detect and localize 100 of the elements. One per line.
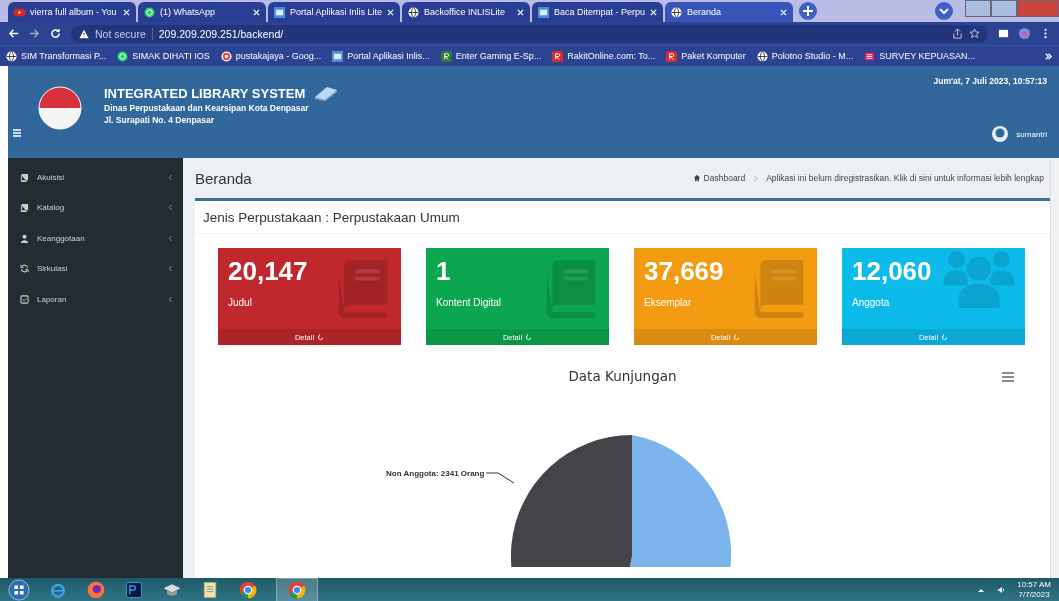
chevron-left-icon (168, 265, 173, 273)
fox-browser-icon[interactable] (86, 579, 106, 600)
tab-title: Beranda (687, 7, 723, 17)
square-logo-icon (552, 50, 564, 62)
sidebar-item[interactable]: Katalog (8, 192, 183, 223)
breadcrumb-link[interactable]: Dashboard (692, 173, 746, 183)
registration-notice-link[interactable]: Aplikasi ini belum diregistrasikan. Klik di sini untuk informasi lebih lengkap (766, 173, 1044, 183)
globe-icon (671, 6, 683, 18)
browser-tab[interactable]: Backoffice INLISLite (402, 2, 531, 22)
browser-tab[interactable]: Baca Ditempat - Perpu (532, 2, 664, 22)
reload-icon[interactable] (50, 28, 61, 39)
browser-tab[interactable]: Portal Aplikasi Inlis Lite (268, 2, 401, 22)
ps-app-icon[interactable] (124, 579, 144, 600)
bookmark-title: SURVEY KEPUASAN... (879, 51, 976, 61)
sidebar-item[interactable]: Keanggotaan (8, 223, 183, 254)
globe-icon (6, 50, 17, 62)
page-title: Beranda (195, 169, 252, 187)
book-icon (20, 203, 29, 213)
bookmark[interactable]: Enter Gaming E-Sp... (440, 50, 542, 62)
agency-name: Dinas Perpustakaan dan Kearsipan Kota Denpasar (104, 103, 310, 113)
chevron-left-icon (168, 173, 173, 181)
sidebar-item[interactable]: Akuisisi (8, 162, 183, 193)
chart-title: Data Kunjungan (568, 368, 677, 384)
tab-title: Baca Ditempat - Perpu (554, 7, 646, 17)
browser-tab[interactable]: vierra full album - You (8, 2, 136, 22)
close-icon[interactable] (123, 8, 130, 16)
book-icon (313, 85, 340, 101)
browser-tab[interactable]: (1) WhatsApp (138, 2, 266, 22)
list-icon (864, 50, 876, 62)
close-icon[interactable] (650, 8, 658, 16)
bookmark-title: SIMAK DIHATI IOS (132, 51, 210, 61)
bookmark[interactable]: SURVEY KEPUASAN... (864, 50, 976, 62)
star-icon[interactable] (969, 28, 980, 39)
slice-label: Non Anggota: 2341 Orang (386, 469, 485, 478)
users-icon (943, 250, 1015, 308)
address-bar[interactable]: Not secure 209.209.209.251/backend/ (71, 24, 988, 43)
bookmark[interactable]: Polotno Studio - M... (756, 50, 854, 62)
square-logo-icon (440, 50, 452, 62)
side-panel-icon[interactable] (998, 28, 1009, 39)
back-icon[interactable] (8, 28, 19, 39)
profile-icon[interactable] (1019, 28, 1030, 39)
bookmark[interactable]: SIM Transformasi P... (6, 50, 107, 62)
bookmark-title: SIM Transformasi P... (21, 51, 107, 61)
chevron-left-icon (168, 204, 173, 212)
start-button-icon[interactable] (8, 578, 30, 601)
chat-bubble-icon (117, 50, 129, 62)
clock[interactable]: 10:57 AM 7/7/2023 (1017, 579, 1051, 600)
bookmark[interactable]: pustakajaya - Goog... (220, 50, 322, 62)
arrow-circle-icon (941, 333, 949, 341)
avatar-icon (992, 126, 1009, 142)
sidebar-item[interactable]: Laporan (8, 284, 183, 315)
stat-value: 37,669 (644, 256, 724, 287)
bookmark[interactable]: SIMAK DIHATI IOS (117, 50, 210, 62)
chat-bubble-icon (144, 6, 155, 18)
security-label: Not secure (95, 27, 153, 40)
forward-icon[interactable] (29, 28, 40, 39)
leader-line (486, 472, 516, 484)
arrow-circle-icon (317, 333, 325, 341)
stat-label: Kontent Digital (436, 297, 502, 308)
chevron-right-icon (753, 174, 759, 182)
sidebar-item[interactable]: Sirkulasi (8, 253, 183, 284)
globe-icon (756, 50, 768, 62)
stat-value: 1 (436, 256, 452, 287)
arrow-circle-icon (525, 333, 533, 341)
user-menu[interactable]: sumantri (992, 126, 1047, 142)
bookmark[interactable]: Paket Komputer (666, 50, 746, 62)
share-icon[interactable] (952, 28, 963, 39)
dropdown-icon[interactable] (935, 2, 953, 20)
date-time: Jum'at, 7 Juli 2023, 10:57:13 (933, 76, 1047, 86)
chrome-icon[interactable] (287, 579, 307, 600)
stat-label: Judul (228, 297, 253, 308)
square-logo-icon (666, 50, 678, 62)
bookmark[interactable]: RakitOnline.com: To... (552, 50, 656, 62)
chevron-left-icon (168, 295, 173, 303)
close-icon[interactable] (517, 8, 525, 16)
menu-icon[interactable] (1002, 372, 1014, 382)
chrome-icon[interactable] (238, 579, 258, 600)
stat-label: Anggota (852, 297, 891, 308)
close-icon[interactable] (253, 8, 260, 16)
close-icon[interactable] (780, 8, 788, 16)
g-logo-icon (220, 50, 232, 62)
browser-tab[interactable]: Beranda (665, 2, 794, 22)
flag-logo-icon (38, 86, 82, 130)
user-icon (20, 233, 29, 243)
bookmark-title: Enter Gaming E-Sp... (455, 51, 542, 61)
new-tab-icon[interactable] (799, 2, 818, 20)
double-chevron-icon[interactable] (1044, 51, 1053, 61)
scrollbar[interactable] (1050, 158, 1059, 578)
library-type: Jenis Perpustakaan : Perpustakaan Umum (195, 201, 1050, 234)
home-icon (692, 174, 701, 182)
chevron-left-icon (168, 234, 173, 242)
close-icon[interactable] (387, 8, 395, 16)
agency-address: Jl. Surapati No. 4 Denpasar (104, 115, 216, 125)
speaker-icon[interactable] (997, 585, 1006, 594)
bookmark[interactable]: Portal Aplikasi Inlis... (332, 50, 430, 62)
bookmark-title: Portal Aplikasi Inlis... (347, 51, 430, 61)
window-controls[interactable] (965, 0, 1059, 17)
page-icon (538, 6, 550, 18)
report-icon (20, 294, 29, 304)
refresh-icon (20, 264, 29, 274)
